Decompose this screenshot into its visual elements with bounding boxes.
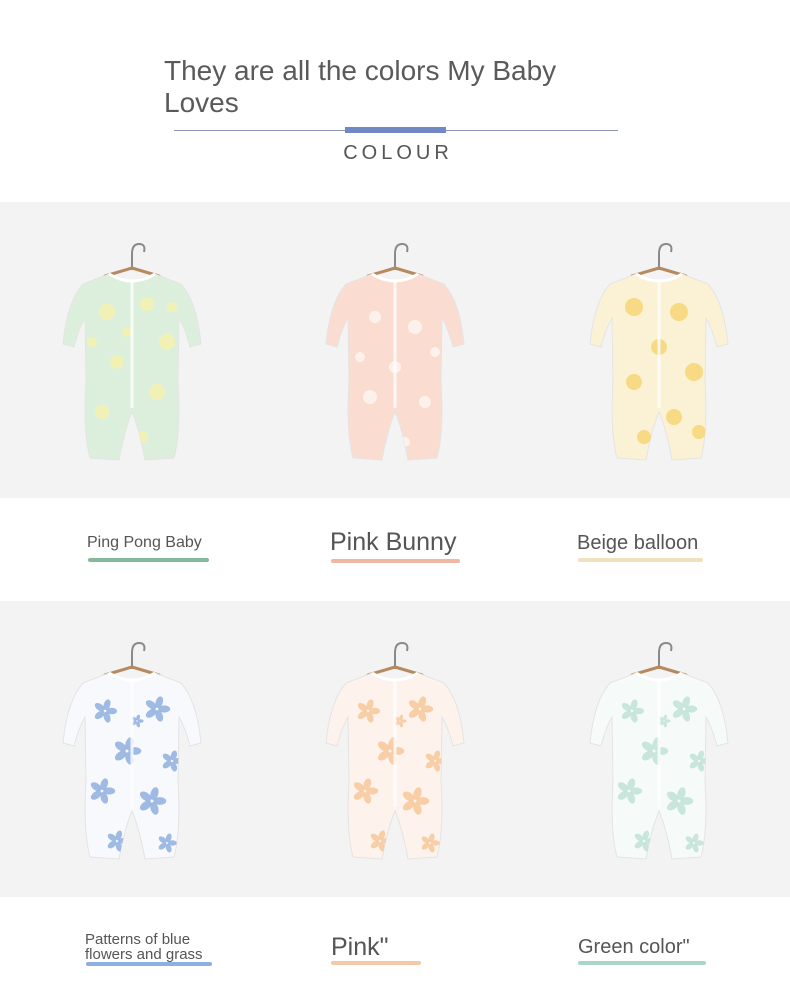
product-label-green[interactable]: Green color" — [527, 897, 790, 994]
product-label-blue-flowers[interactable]: Patterns of blue flowers and grass — [0, 897, 263, 994]
romper-image — [310, 232, 480, 472]
romper-image — [47, 232, 217, 472]
hanger-hook — [657, 242, 672, 270]
romper-illustration — [61, 242, 202, 461]
product-label-row-2: Patterns of blue flowers and grass Pink"… — [0, 897, 790, 994]
name-underline — [331, 559, 460, 563]
product-photo-beige-balloon[interactable] — [527, 202, 790, 498]
hanger-hook — [130, 242, 145, 270]
product-label-pink-bunny[interactable]: Pink Bunny — [263, 498, 526, 601]
section-header: They are all the colors My Baby Loves CO… — [0, 0, 790, 200]
romper-illustration — [324, 242, 465, 461]
product-name: Pink Bunny — [330, 528, 457, 556]
hanger-hook — [393, 641, 408, 669]
romper-image — [574, 631, 744, 871]
product-photo-row-2 — [0, 601, 790, 897]
product-label-ping-pong-baby[interactable]: Ping Pong Baby — [0, 498, 263, 601]
hanger-hook — [130, 641, 145, 669]
product-label-pink[interactable]: Pink" — [263, 897, 526, 994]
romper-image — [310, 631, 480, 871]
product-photo-blue-flowers[interactable] — [0, 601, 263, 897]
product-label-row-1: Ping Pong Baby Pink Bunny Beige balloon — [0, 498, 790, 601]
name-underline — [86, 962, 212, 966]
name-underline — [578, 558, 703, 562]
name-underline — [331, 961, 421, 965]
product-photo-pink[interactable] — [263, 601, 526, 897]
product-name: Pink" — [331, 933, 389, 961]
section-subtitle: COLOUR — [343, 142, 453, 164]
name-underline — [578, 961, 706, 965]
hanger-hook — [393, 242, 408, 270]
product-photo-green[interactable] — [527, 601, 790, 897]
product-name: Patterns of blue flowers and grass — [85, 931, 203, 963]
romper-image — [574, 232, 744, 472]
product-label-beige-balloon[interactable]: Beige balloon — [527, 498, 790, 601]
product-photo-ping-pong-baby[interactable] — [0, 202, 263, 498]
hanger-hook — [657, 641, 672, 669]
romper-illustration — [61, 641, 202, 860]
romper-illustration — [588, 641, 729, 860]
name-underline — [88, 558, 209, 562]
product-photo-row-1 — [0, 202, 790, 498]
headline: They are all the colors My Baby Loves — [164, 55, 557, 118]
product-name: Ping Pong Baby — [87, 534, 202, 551]
romper-illustration — [588, 242, 729, 461]
romper-illustration — [324, 641, 465, 860]
romper-image — [47, 631, 217, 871]
product-name: Beige balloon — [577, 532, 699, 554]
product-name: Green color" — [578, 936, 690, 958]
product-photo-pink-bunny[interactable] — [263, 202, 526, 498]
divider-accent — [345, 127, 446, 133]
